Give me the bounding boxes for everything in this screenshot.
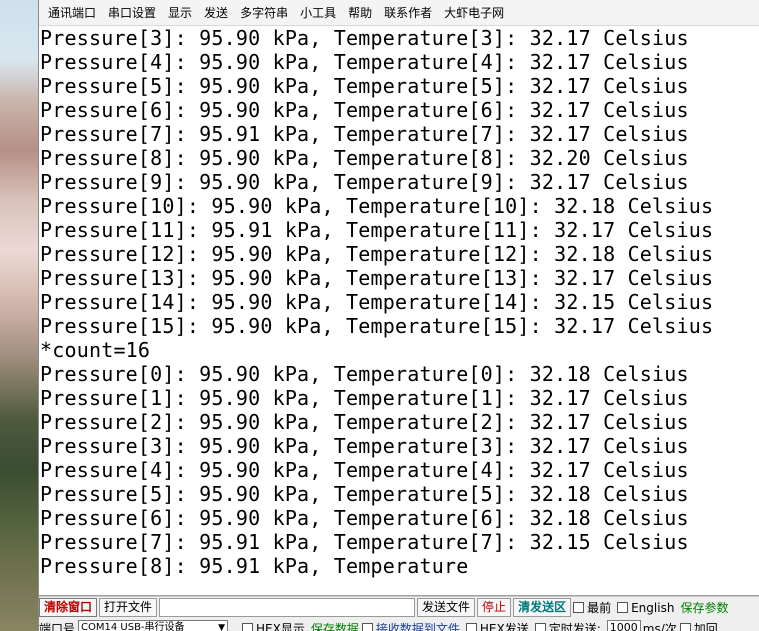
receive-line: Pressure[5]: 95.90 kPa, Temperature[5]: … — [40, 74, 689, 98]
clear-send-area-button[interactable]: 清发送区 — [513, 598, 572, 617]
receive-line: Pressure[2]: 95.90 kPa, Temperature[2]: … — [40, 410, 689, 434]
port-select-value: COM14 USB-串行设备 — [81, 622, 185, 631]
receive-line: Pressure[15]: 95.90 kPa, Temperature[15]… — [40, 314, 714, 338]
hex-send-checkbox-box[interactable] — [465, 623, 477, 631]
hex-send-checkbox[interactable]: HEX发送 — [465, 620, 529, 631]
receive-line: Pressure[1]: 95.90 kPa, Temperature[1]: … — [40, 386, 689, 410]
menu-contact-author[interactable]: 联系作者 — [378, 0, 438, 26]
send-file-path-input[interactable] — [159, 598, 416, 617]
chevron-down-icon[interactable]: ▼ — [218, 621, 225, 631]
port-select[interactable]: COM14 USB-串行设备 ▼ — [78, 620, 229, 631]
timed-send-checkbox[interactable]: 定时发送: — [534, 620, 601, 631]
save-params-link[interactable]: 保存参数 — [680, 599, 728, 616]
menu-display[interactable]: 显示 — [162, 0, 198, 26]
receive-line: Pressure[6]: 95.90 kPa, Temperature[6]: … — [40, 98, 689, 122]
clear-window-button[interactable]: 清除窗口 — [39, 598, 98, 617]
menu-help[interactable]: 帮助 — [342, 0, 378, 26]
menu-bar: 通讯端口 串口设置 显示 发送 多字符串 小工具 帮助 联系作者 大虾电子网 — [39, 0, 759, 26]
receive-line: Pressure[4]: 95.90 kPa, Temperature[4]: … — [40, 50, 689, 74]
port-label: 端口号 — [39, 622, 76, 631]
hex-display-checkbox[interactable]: HEX显示 — [242, 620, 305, 631]
append-newline-checkbox-box[interactable] — [679, 623, 691, 631]
receive-line: Pressure[12]: 95.90 kPa, Temperature[12]… — [40, 242, 714, 266]
hex-display-label: HEX显示 — [256, 622, 305, 631]
interval-unit-label: ms/次 — [642, 622, 677, 631]
open-file-button[interactable]: 打开文件 — [99, 598, 158, 617]
receive-line: Pressure[6]: 95.90 kPa, Temperature[6]: … — [40, 506, 689, 530]
append-newline-label: 加回 — [693, 622, 718, 631]
receive-line: Pressure[7]: 95.91 kPa, Temperature[7]: … — [40, 122, 689, 146]
receive-line: Pressure[0]: 95.90 kPa, Temperature[0]: … — [40, 362, 689, 386]
menu-website[interactable]: 大虾电子网 — [438, 0, 510, 26]
menu-comm-port[interactable]: 通讯端口 — [42, 0, 102, 26]
topmost-checkbox-box[interactable] — [573, 602, 585, 613]
receive-line: Pressure[3]: 95.90 kPa, Temperature[3]: … — [40, 434, 689, 458]
english-checkbox[interactable]: English — [617, 601, 674, 615]
recv-to-file-checkbox-box[interactable] — [361, 623, 373, 631]
send-toolbar: 清除窗口 打开文件 发送文件 停止 清发送区 最前 English 保存参数 — [39, 596, 759, 618]
receive-line: Pressure[9]: 95.90 kPa, Temperature[9]: … — [40, 170, 689, 194]
menu-send[interactable]: 发送 — [198, 0, 234, 26]
hex-send-label: HEX发送 — [479, 622, 529, 631]
append-newline-checkbox[interactable]: 加回 — [679, 620, 718, 631]
receive-line: *count=16 — [40, 338, 151, 362]
receive-line: Pressure[7]: 95.91 kPa, Temperature[7]: … — [40, 530, 689, 554]
english-label: English — [631, 600, 675, 615]
receive-line: Pressure[10]: 95.90 kPa, Temperature[10]… — [40, 194, 714, 218]
recv-to-file-label: 接收数据到文件 — [375, 622, 460, 631]
timed-send-checkbox-box[interactable] — [534, 623, 546, 631]
hex-display-checkbox-box[interactable] — [242, 623, 254, 631]
menu-multi-string[interactable]: 多字符串 — [234, 0, 294, 26]
receive-line: Pressure[11]: 95.91 kPa, Temperature[11]… — [40, 218, 714, 242]
receive-line: Pressure[8]: 95.90 kPa, Temperature[8]: … — [40, 146, 689, 170]
receive-text-area[interactable]: Pressure[3]: 95.90 kPa, Temperature[3]: … — [39, 26, 759, 596]
timed-send-label: 定时发送: — [548, 622, 601, 631]
receive-line: Pressure[5]: 95.90 kPa, Temperature[5]: … — [40, 482, 689, 506]
stop-button[interactable]: 停止 — [477, 598, 512, 617]
save-data-link[interactable]: 保存数据 — [311, 620, 359, 631]
desktop-wallpaper — [0, 0, 38, 631]
send-file-button[interactable]: 发送文件 — [417, 598, 476, 617]
menu-serial-settings[interactable]: 串口设置 — [102, 0, 162, 26]
receive-line: Pressure[8]: 95.91 kPa, Temperature — [40, 554, 469, 578]
topmost-label: 最前 — [587, 601, 612, 615]
serial-assistant-window: 通讯端口 串口设置 显示 发送 多字符串 小工具 帮助 联系作者 大虾电子网 P… — [38, 0, 759, 631]
receive-line: Pressure[3]: 95.90 kPa, Temperature[3]: … — [40, 26, 689, 50]
receive-line: Pressure[4]: 95.90 kPa, Temperature[4]: … — [40, 458, 689, 482]
menu-tools[interactable]: 小工具 — [294, 0, 342, 26]
receive-line: Pressure[14]: 95.90 kPa, Temperature[14]… — [40, 290, 714, 314]
english-checkbox-box[interactable] — [617, 602, 629, 613]
port-toolbar: 端口号 COM14 USB-串行设备 ▼ HEX显示 保存数据 接收数据到文件 … — [39, 618, 759, 631]
send-interval-input[interactable]: 1000 — [606, 620, 641, 631]
topmost-checkbox[interactable]: 最前 — [573, 599, 611, 616]
receive-line: Pressure[13]: 95.90 kPa, Temperature[13]… — [40, 266, 714, 290]
recv-to-file-checkbox[interactable]: 接收数据到文件 — [361, 620, 460, 631]
